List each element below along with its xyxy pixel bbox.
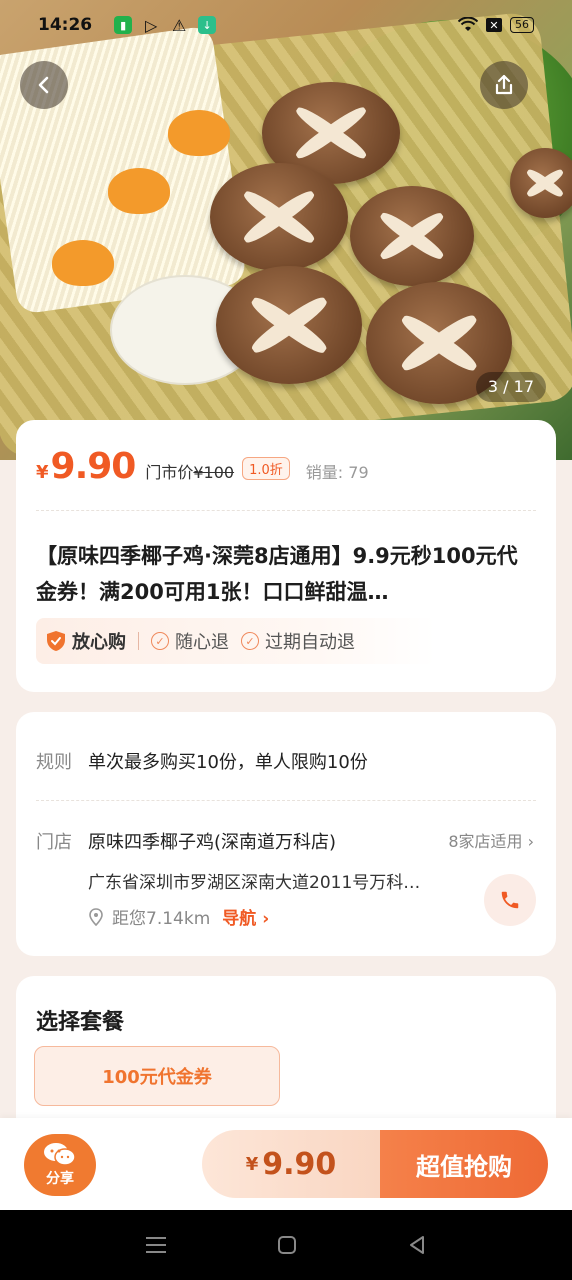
- app-notification-icon: ▮: [114, 16, 133, 34]
- distance-text: 距您7.14km: [112, 909, 211, 929]
- guarantee-bar[interactable]: 放心购 ✓ 随心退 ✓ 过期自动退: [36, 618, 436, 664]
- home-icon[interactable]: [276, 1234, 298, 1256]
- rule-text: 单次最多购买10份，单人限购10份: [88, 752, 368, 773]
- image-counter: 3 / 17: [475, 372, 546, 402]
- current-price: 9.90: [50, 446, 137, 487]
- wechat-share-button[interactable]: 分享: [24, 1134, 96, 1196]
- currency-symbol: ¥: [36, 462, 49, 483]
- carrot-heart: [108, 168, 170, 214]
- separator: [138, 632, 139, 650]
- battery-indicator: 56: [510, 17, 534, 33]
- carrot-heart: [168, 110, 230, 156]
- wechat-icon: [44, 1143, 76, 1166]
- chevron-right-icon: ›: [527, 832, 534, 851]
- shiitake-mushroom: [216, 266, 362, 384]
- discount-badge: 1.0折: [242, 457, 290, 480]
- download-icon: ↓: [198, 16, 217, 34]
- carrot-heart: [52, 240, 114, 286]
- wifi-icon: [458, 17, 478, 31]
- divider: [36, 800, 536, 801]
- warning-icon: ⚠: [171, 15, 187, 35]
- status-bar: 14:26 ▮ ▷ ⚠ ↓ ✕ 56: [0, 0, 572, 50]
- price-row: ¥ 9.90 门市价 ¥100 1.0折 销量: 79: [36, 446, 369, 487]
- chevron-left-icon: [38, 76, 49, 94]
- check-icon: ✓: [151, 632, 169, 650]
- back-nav-icon[interactable]: [406, 1234, 428, 1256]
- check-icon: ✓: [241, 632, 259, 650]
- play-store-icon: ▷: [144, 15, 158, 35]
- bottom-action-bar: 分享 ¥ 9.90 超值抢购: [0, 1118, 572, 1210]
- back-button[interactable]: [20, 61, 68, 109]
- package-card: 选择套餐 100元代金券: [16, 976, 556, 1136]
- guarantee-item-label: 随心退: [175, 632, 229, 653]
- guarantee-item: ✓ 随心退: [151, 628, 229, 654]
- original-price-label: 门市价: [145, 463, 194, 482]
- divider: [36, 510, 536, 511]
- share-icon: [495, 74, 513, 95]
- currency-symbol: ¥: [245, 1153, 259, 1175]
- package-option[interactable]: 100元代金券: [34, 1046, 280, 1106]
- phone-icon: [501, 891, 519, 909]
- share-button[interactable]: [480, 61, 528, 109]
- system-navigation-bar: [0, 1210, 572, 1280]
- store-name[interactable]: 原味四季椰子鸡(深南道万科店): [88, 828, 336, 854]
- navigate-label: 导航: [222, 909, 257, 929]
- share-label: 分享: [46, 1171, 74, 1187]
- buy-price-value: 9.90: [262, 1146, 337, 1182]
- distance-row: 距您7.14km 导航 ›: [88, 904, 269, 929]
- guarantee-main: 放心购: [72, 632, 126, 653]
- shiitake-mushroom: [350, 186, 474, 286]
- navigate-link[interactable]: 导航 ›: [222, 904, 269, 929]
- product-title: 【原味四季椰子鸡·深莞8店通用】9.9元秒100元代金券！满200可用1张！口口…: [36, 544, 518, 604]
- chevron-right-icon: ›: [262, 909, 270, 929]
- shiitake-mushroom: [210, 163, 348, 271]
- package-title: 选择套餐: [36, 1010, 125, 1035]
- location-pin-icon: [89, 907, 103, 926]
- sim-icon: ✕: [486, 18, 502, 32]
- buy-group[interactable]: ¥ 9.90 超值抢购: [202, 1130, 548, 1198]
- store-address: 广东省深圳市罗湖区深南大道2011号万科…: [88, 873, 421, 893]
- rule-label: 规则: [36, 752, 72, 773]
- store-label: 门店: [36, 832, 72, 853]
- info-card: 规则 单次最多购买10份，单人限购10份 门店 原味四季椰子鸡(深南道万科店) …: [16, 712, 556, 956]
- shield-icon: [47, 631, 65, 651]
- guarantee-item-label: 过期自动退: [265, 632, 355, 653]
- stores-applicable-link[interactable]: 8家店适用 ›: [448, 828, 534, 852]
- buy-now-button[interactable]: 超值抢购: [380, 1130, 548, 1198]
- menu-icon[interactable]: [144, 1235, 168, 1255]
- stores-applicable-label: 8家店适用: [448, 832, 523, 851]
- price-card: ¥ 9.90 门市价 ¥100 1.0折 销量: 79 【原味四季椰子鸡·深莞8…: [16, 420, 556, 692]
- guarantee-item: ✓ 过期自动退: [241, 628, 355, 654]
- status-time: 14:26: [38, 15, 93, 35]
- call-button[interactable]: [484, 874, 536, 926]
- original-price: ¥100: [193, 463, 235, 482]
- buy-price[interactable]: ¥ 9.90: [202, 1130, 380, 1198]
- sales-count: 销量: 79: [305, 463, 369, 482]
- shiitake-mushroom: [510, 148, 572, 218]
